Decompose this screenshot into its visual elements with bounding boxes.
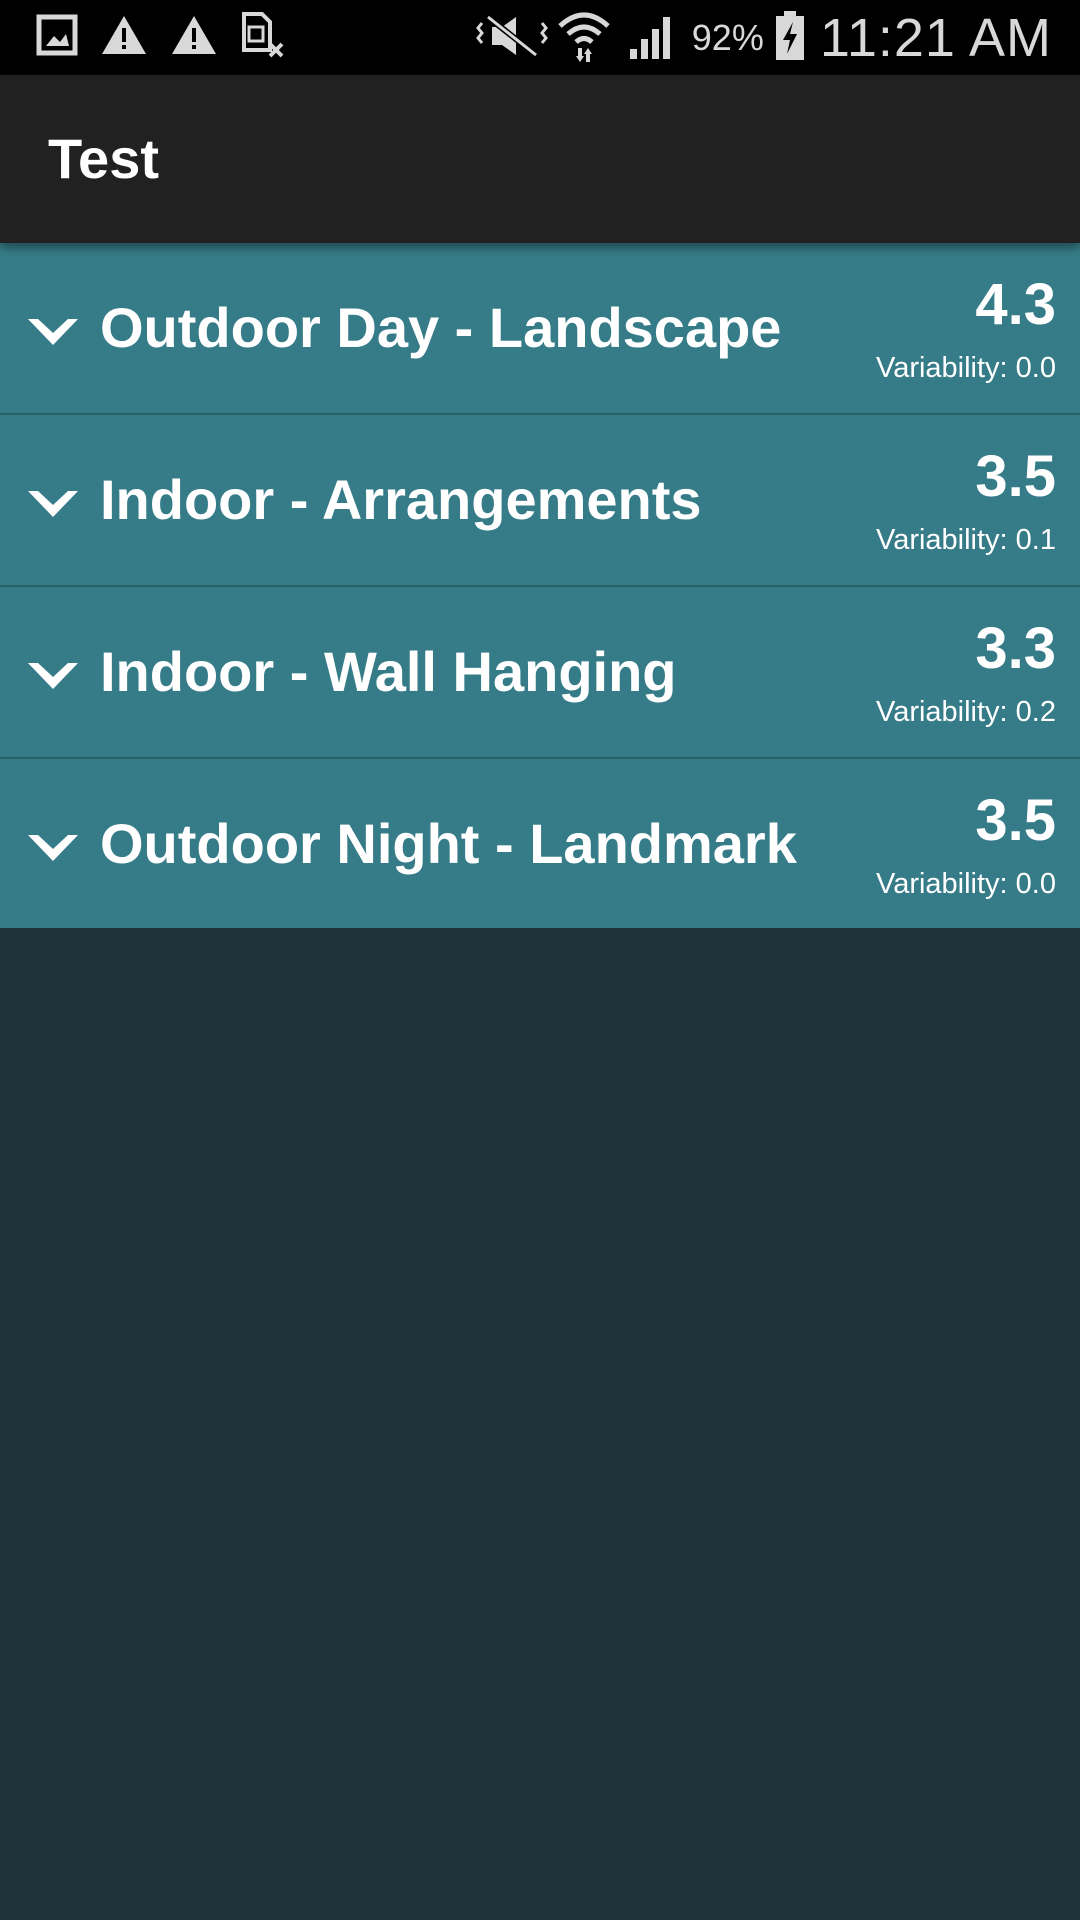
list-item-score: 3.3 <box>975 616 1056 681</box>
chevron-down-icon <box>28 491 78 517</box>
list-item-variability: Variability: 0.2 <box>876 696 1056 728</box>
list-item[interactable]: Indoor - Arrangements 3.5 Variability: 0… <box>0 415 1080 587</box>
battery-charging-icon <box>774 10 806 67</box>
warning-icon <box>170 14 218 61</box>
list-item[interactable]: Outdoor Night - Landmark 3.5 Variability… <box>0 759 1080 929</box>
list-item-variability: Variability: 0.0 <box>876 868 1056 900</box>
vibrate-mute-icon <box>475 13 548 64</box>
status-bar-system: 92% 11:21 AM <box>475 6 1052 70</box>
list-item-variability: Variability: 0.1 <box>876 524 1056 556</box>
gallery-icon <box>36 14 78 61</box>
score-list: Outdoor Day - Landscape 4.3 Variability:… <box>0 243 1080 929</box>
wifi-icon <box>556 8 612 69</box>
list-item-title: Indoor - Wall Hanging <box>100 640 677 703</box>
battery-percent: 92% <box>691 17 764 58</box>
chevron-down-icon <box>28 835 78 861</box>
warning-icon <box>100 14 148 61</box>
status-bar-notifications <box>36 11 284 63</box>
empty-content-area <box>0 928 1080 1920</box>
list-item-score: 3.5 <box>975 444 1056 509</box>
list-item-variability: Variability: 0.0 <box>876 352 1056 384</box>
clock: 11:21 AM <box>819 8 1052 68</box>
chevron-down-icon <box>28 319 78 345</box>
list-item-score: 3.5 <box>975 788 1056 853</box>
list-item[interactable]: Outdoor Day - Landscape 4.3 Variability:… <box>0 243 1080 415</box>
status-bar: 92% 11:21 AM <box>0 0 1080 75</box>
list-item-title: Outdoor Night - Landmark <box>100 812 797 875</box>
signal-icon <box>628 11 678 66</box>
list-item-score: 4.3 <box>975 272 1056 337</box>
list-item-title: Outdoor Day - Landscape <box>100 296 782 359</box>
list-item[interactable]: Indoor - Wall Hanging 3.3 Variability: 0… <box>0 587 1080 759</box>
app-bar: Test <box>0 75 1080 243</box>
no-sim-icon <box>240 11 284 63</box>
app-title: Test <box>48 127 159 190</box>
list-item-title: Indoor - Arrangements <box>100 468 702 531</box>
chevron-down-icon <box>28 663 78 689</box>
